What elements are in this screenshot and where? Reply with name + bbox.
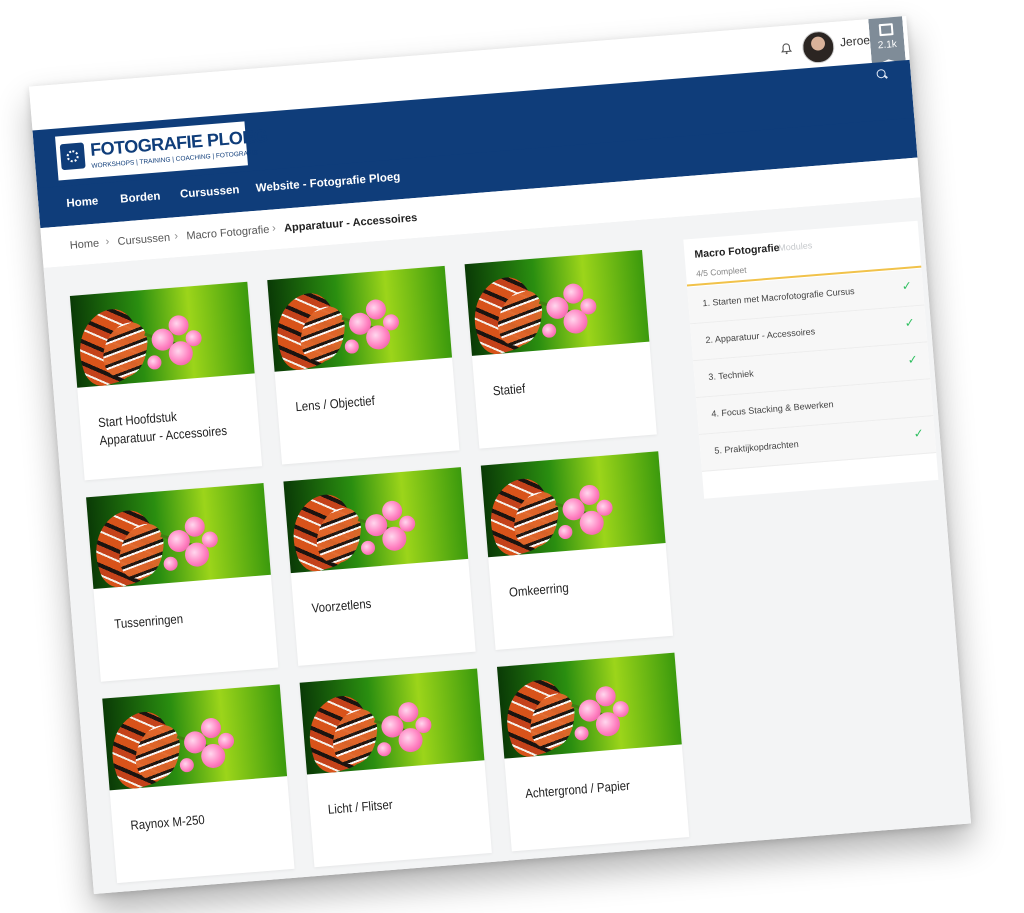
butterfly-image bbox=[267, 265, 453, 372]
breadcrumb-macro[interactable]: Macro Fotografie bbox=[186, 224, 270, 243]
nav-cursussen[interactable]: Cursussen bbox=[180, 184, 240, 201]
module-label: 1. Starten met Macrofotografie Cursus bbox=[702, 286, 855, 309]
check-icon: ✓ bbox=[901, 278, 913, 294]
breadcrumb-separator: › bbox=[173, 230, 179, 243]
lesson-title: Statief bbox=[492, 380, 526, 399]
lesson-card[interactable]: Voorzetlens bbox=[283, 467, 476, 666]
module-label: 5. Praktijkopdrachten bbox=[713, 439, 800, 456]
nav-home[interactable]: Home bbox=[66, 195, 99, 210]
butterfly-image bbox=[480, 451, 666, 558]
lesson-title: Achtergrond / Papier bbox=[524, 777, 631, 802]
progress-text: 4/5 Compleet bbox=[695, 264, 747, 279]
lesson-title: Start Hoofdstuk Apparatuur - Accessoires bbox=[97, 408, 228, 449]
lesson-card[interactable]: Achtergrond / Papier bbox=[496, 652, 690, 852]
butterfly-image bbox=[69, 281, 255, 388]
bell-icon[interactable] bbox=[780, 42, 793, 55]
module-label: 2. Apparatuur - Accessoires bbox=[705, 326, 816, 346]
camera-logo-icon bbox=[59, 142, 86, 171]
course-progress-panel: Macro Fotografie Modules 4/5 Compleet 1.… bbox=[683, 220, 939, 499]
logo[interactable]: FOTOGRAFIE PLOEG WORKSHOPS | TRAINING | … bbox=[55, 121, 268, 181]
breadcrumb-home[interactable]: Home bbox=[69, 237, 99, 251]
module-label: 4. Focus Stacking & Bewerken bbox=[710, 399, 834, 419]
butterfly-image bbox=[283, 467, 469, 574]
lesson-card[interactable]: Raynox M-250 bbox=[102, 684, 295, 884]
butterfly-image bbox=[464, 249, 650, 356]
lesson-card[interactable]: Licht / Flitser bbox=[299, 668, 492, 868]
check-icon: ✓ bbox=[913, 425, 925, 441]
butterfly-image bbox=[102, 684, 288, 791]
lesson-title: Raynox M-250 bbox=[129, 811, 206, 833]
panel-subtitle: Modules bbox=[777, 240, 813, 253]
lesson-card[interactable]: Statief bbox=[464, 249, 657, 449]
nav-website[interactable]: Website - Fotografie Ploeg bbox=[255, 171, 400, 195]
badge-count: 2.1k bbox=[877, 38, 898, 52]
course-page: Jeroen 2.1k FOTOGRAFIE PLOEG WORKSHOPS |… bbox=[28, 16, 972, 894]
lesson-title: Tussenringen bbox=[113, 610, 184, 632]
breadcrumb-separator: › bbox=[271, 222, 277, 235]
breadcrumb-cursussen[interactable]: Cursussen bbox=[117, 232, 170, 248]
lesson-title: Licht / Flitser bbox=[327, 796, 394, 817]
butterfly-image bbox=[86, 483, 271, 590]
lesson-title: Omkeerring bbox=[508, 579, 570, 600]
notification-ribbon[interactable]: 2.1k bbox=[868, 16, 906, 67]
lesson-title: Voorzetlens bbox=[311, 595, 372, 616]
lesson-title: Lens / Objectief bbox=[294, 392, 376, 415]
check-icon: ✓ bbox=[907, 352, 919, 367]
check-icon: ✓ bbox=[904, 315, 916, 331]
breadcrumb-separator: › bbox=[105, 235, 110, 248]
inbox-icon bbox=[879, 23, 894, 36]
breadcrumb-current: Apparatuur - Accessoires bbox=[283, 211, 418, 235]
lesson-card[interactable]: Omkeerring bbox=[480, 451, 674, 650]
avatar[interactable] bbox=[801, 29, 836, 65]
nav-borden[interactable]: Borden bbox=[120, 190, 161, 205]
module-label: 3. Techniek bbox=[708, 368, 755, 383]
lesson-card[interactable]: Lens / Objectief bbox=[267, 265, 460, 465]
panel-title: Macro Fotografie bbox=[694, 241, 780, 261]
lesson-card[interactable]: Start Hoofdstuk Apparatuur - Accessoires bbox=[69, 281, 263, 481]
butterfly-image bbox=[299, 668, 485, 775]
search-icon[interactable] bbox=[876, 68, 886, 79]
butterfly-image bbox=[496, 652, 682, 759]
lesson-card[interactable]: Tussenringen bbox=[86, 483, 279, 682]
